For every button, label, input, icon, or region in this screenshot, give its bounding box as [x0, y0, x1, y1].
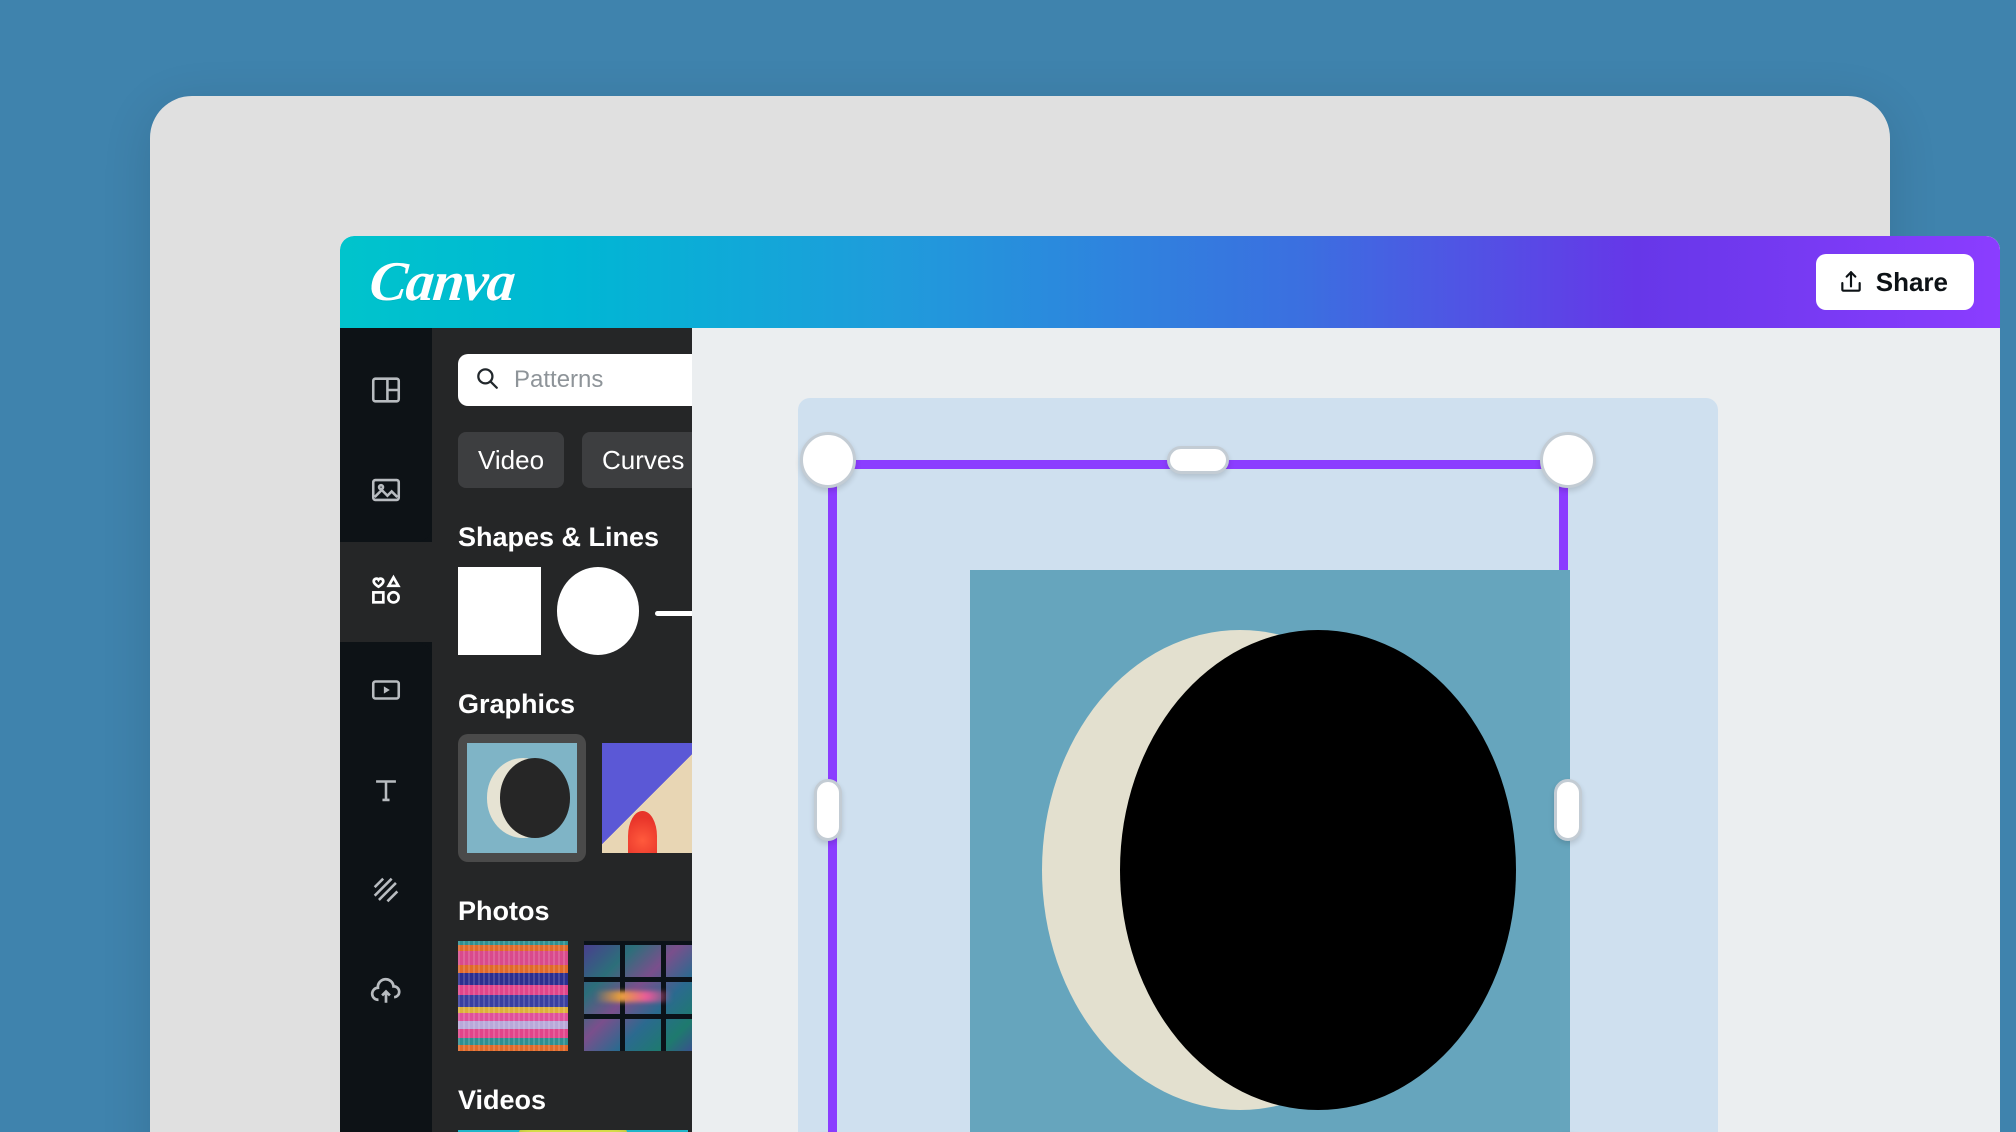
resize-handle-middle-right[interactable] [1554, 779, 1582, 841]
section-graphics: Graphics See all [458, 689, 692, 862]
line-shape-tile[interactable] [655, 567, 692, 655]
filter-chips: Video Curves Lines Photo [458, 432, 692, 488]
photo-mosaic-tiles[interactable] [584, 941, 692, 1051]
rail-item-text[interactable] [340, 742, 432, 842]
search-bar[interactable] [458, 354, 692, 406]
shapes-tile-row: › [458, 567, 692, 655]
stripes-icon [369, 873, 403, 912]
canvas-workspace[interactable] [692, 328, 2000, 1132]
photos-tile-row: › [458, 941, 692, 1051]
layout-grid-icon [369, 373, 403, 412]
resize-handle-top-center[interactable] [1167, 446, 1229, 474]
rail-item-design-templates[interactable] [340, 342, 432, 442]
resize-handle-middle-left[interactable] [814, 779, 842, 841]
section-shapes-and-lines: Shapes & Lines See all › [458, 522, 692, 655]
text-t-icon [369, 773, 403, 812]
section-videos: Videos See all [458, 1085, 692, 1132]
resize-handle-top-left[interactable] [800, 432, 856, 488]
cloud-upload-icon [368, 972, 404, 1013]
selection-bounding-box [800, 432, 1596, 1132]
square-shape-tile[interactable] [458, 567, 541, 655]
section-title: Shapes & Lines [458, 522, 660, 552]
device-frame: Canva Share Patterns Video Curves Shapes… [150, 96, 2000, 1132]
search-input[interactable] [514, 366, 692, 394]
rail-item-elements[interactable] [340, 526, 432, 658]
share-button[interactable]: Share [1815, 254, 1974, 310]
circle-shape-tile[interactable] [556, 567, 640, 655]
rail-item-uploads[interactable] [340, 942, 432, 1042]
section-header: Videos See all [458, 1085, 692, 1116]
elements-side-panel: Video Curves Lines Photo Shapes & Lines … [432, 328, 692, 1132]
graphic-crescent-moon[interactable] [458, 734, 586, 862]
section-title: Videos [458, 1085, 547, 1115]
desert-stairs-thumb [602, 743, 692, 853]
design-page[interactable] [798, 398, 1718, 1132]
section-header: Graphics See all [458, 689, 692, 720]
crescent-moon-artwork[interactable] [970, 570, 1570, 1132]
share-button-label: Share [1875, 266, 1948, 297]
search-icon [474, 365, 500, 396]
moon-dark-part [500, 758, 571, 838]
crescent-moon-thumb [467, 743, 577, 853]
chip-video[interactable]: Video [458, 432, 565, 488]
image-icon [369, 473, 403, 512]
app-screen: Canva Share Patterns Video Curves Shapes… [340, 236, 2000, 1132]
graphic-desert-stairs[interactable] [602, 743, 692, 853]
shapes-icon [368, 572, 404, 613]
video-icon [369, 673, 403, 712]
canva-logo[interactable]: Canva [367, 251, 518, 313]
graphics-tile-row: › [458, 734, 692, 862]
section-header: Photos See all [458, 896, 692, 927]
resize-handle-top-right[interactable] [1540, 432, 1596, 488]
section-title: Photos [458, 896, 550, 926]
section-header: Shapes & Lines See all [458, 522, 692, 553]
share-upload-icon [1838, 269, 1864, 295]
moon-dark-part [1120, 630, 1516, 1110]
rail-item-background[interactable] [340, 842, 432, 942]
mosaic-tiles-thumb [584, 941, 692, 1051]
photo-woven-textile[interactable] [458, 941, 568, 1051]
app-header: Canva Share [340, 236, 2000, 328]
woven-textile-thumb [458, 941, 568, 1051]
rail-item-videos[interactable] [340, 642, 432, 742]
section-photos: Photos See all › [458, 896, 692, 1051]
chip-curves[interactable]: Curves [582, 432, 692, 488]
editor-body: Video Curves Lines Photo Shapes & Lines … [340, 328, 2000, 1132]
section-title: Graphics [458, 689, 576, 719]
left-icon-rail [340, 328, 432, 1132]
